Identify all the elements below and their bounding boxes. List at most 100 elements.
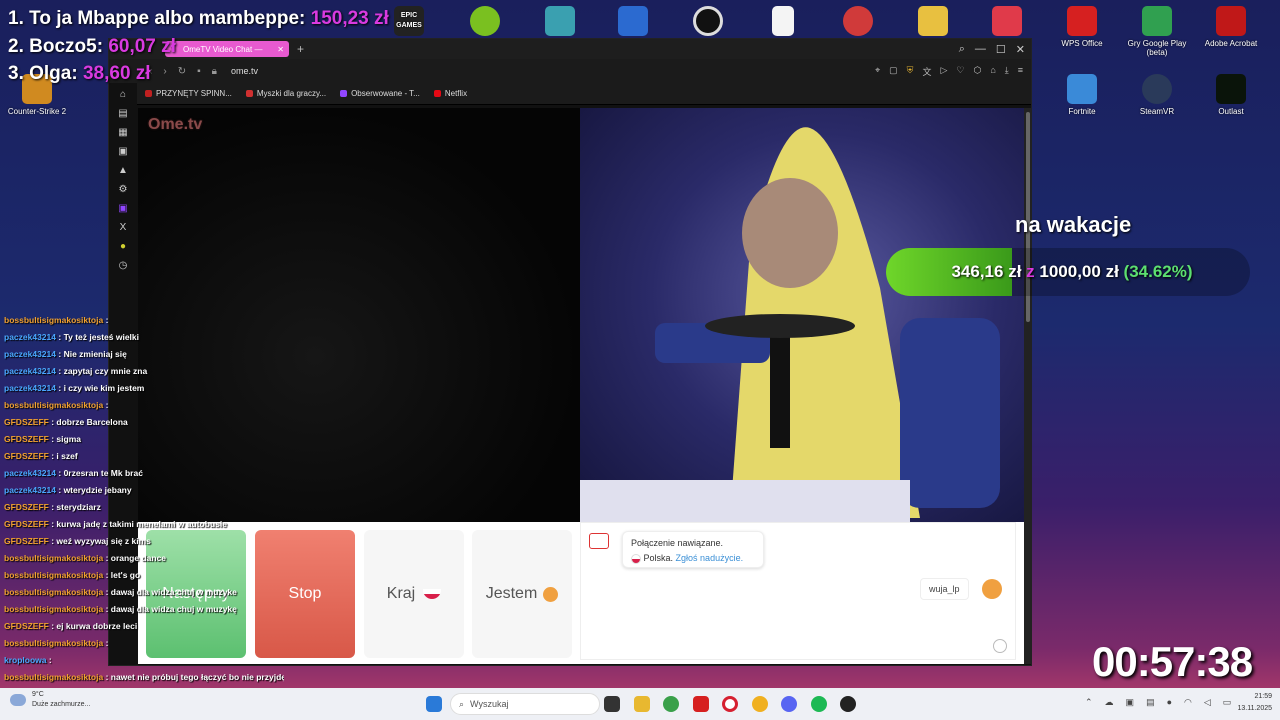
minimize-button[interactable]: — — [975, 43, 986, 56]
self-video — [580, 108, 1024, 522]
desktop-icon-pdf[interactable] — [972, 6, 1042, 39]
desktop-icon-gry[interactable]: Gry Google Play (beta) — [1122, 6, 1192, 57]
new-tab-button[interactable]: + — [297, 42, 304, 56]
desktop-icon-acrobat[interactable]: Adobe Acrobat — [1196, 6, 1266, 48]
desktop-icon-outlast[interactable]: Outlast — [1196, 74, 1266, 116]
camera-icon[interactable]: ▪ — [197, 66, 201, 77]
app-taskbar-icon[interactable] — [752, 696, 768, 712]
download-icon[interactable]: ⤓ — [1005, 65, 1009, 78]
taskbar-search[interactable]: ⌕ Wyszukaj — [450, 693, 600, 715]
battery-icon[interactable]: ▭ — [1223, 697, 1232, 708]
desktop-icon-obs[interactable] — [673, 6, 743, 39]
ai-icon[interactable]: ▲ — [118, 165, 128, 176]
cs2-label: Counter-Strike 2 — [7, 107, 67, 116]
acrobat-label: Adobe Acrobat — [1204, 39, 1258, 48]
chat-message: paczek43214 : 0rzesran te Mk brać — [4, 468, 143, 478]
leaderboard-row-1: 1. To ja Mbappe albo mambeppe: 150,23 zł — [8, 8, 389, 30]
chat-message: kroploowa : — [4, 655, 52, 665]
chevron-up-icon[interactable]: ⌃ — [1085, 697, 1093, 708]
desktop-icon-wps[interactable]: WPS Office — [1047, 6, 1117, 48]
page-scrollbar[interactable] — [1024, 108, 1032, 664]
bookmark-1[interactable]: Myszki dla graczy... — [245, 89, 327, 98]
play-icon[interactable]: ▷ — [940, 65, 947, 78]
steamvr-icon — [1142, 74, 1172, 104]
chat-message: paczek43214 : Ty też jesteś wielki — [4, 332, 139, 342]
tray-app2-icon[interactable]: ▤ — [1146, 697, 1155, 708]
tray-app-icon[interactable]: ▣ — [1126, 697, 1135, 708]
onedrive-icon[interactable]: ☁ — [1105, 697, 1114, 708]
chat-username: GFDSZEFF — [4, 621, 49, 631]
right-arm — [900, 318, 1000, 508]
clock[interactable]: 21:59 13.11.2025 — [1237, 691, 1272, 715]
snapshot-icon[interactable]: ▢ — [889, 65, 898, 78]
emoji-icon[interactable] — [993, 639, 1007, 653]
bookmark-2[interactable]: Obserwowane - T... — [340, 89, 420, 98]
twitch-sidebar-icon[interactable]: ▣ — [118, 203, 127, 214]
shield-icon[interactable]: ⛨ — [907, 65, 914, 78]
wps-taskbar-icon[interactable] — [693, 696, 709, 712]
opera-icon[interactable] — [722, 696, 738, 712]
chat-text: i szef — [56, 451, 78, 461]
search-tabs-icon[interactable]: ⌕ — [959, 43, 965, 56]
chat-username: bossbultisigmakosiktoja — [4, 638, 104, 648]
menu-icon[interactable]: ≡ — [1018, 65, 1023, 78]
close-window-button[interactable]: ✕ — [1016, 43, 1025, 56]
chat-message: bossbultisigmakosiktoja : orange dance — [4, 553, 167, 563]
word-icon — [618, 6, 648, 36]
heart-icon[interactable]: ♡ — [956, 65, 964, 78]
desktop-icon-game[interactable] — [525, 6, 595, 39]
tab-ometv[interactable]: OmeTV Video Chat — ✕ — [165, 41, 289, 57]
task-view-icon[interactable] — [604, 696, 620, 712]
chrome-icon[interactable] — [663, 696, 679, 712]
forward-icon[interactable]: › — [163, 66, 166, 77]
chat-message: paczek43214 : i czy wie kim jestem — [4, 383, 145, 393]
clock-time: 21:59 — [1254, 693, 1272, 700]
chat-text: dawaj dla widza chuj w muzyke — [110, 587, 237, 597]
report-link[interactable]: Zgłoś nadużycie. — [676, 553, 744, 563]
chat-text: ej kurwa dobrze leci — [56, 621, 138, 631]
file-icon — [772, 6, 794, 36]
maximize-button[interactable]: ☐ — [996, 43, 1006, 56]
wallet-icon[interactable]: ⌂ — [990, 65, 995, 78]
desktop-icon-word[interactable] — [598, 6, 668, 39]
pin-icon[interactable]: ⌖ — [875, 65, 880, 78]
acrobat-icon — [1216, 6, 1246, 36]
bookmark-0[interactable]: PRZYNĘTY SPINN... — [145, 89, 232, 98]
obs-taskbar-icon[interactable] — [840, 696, 856, 712]
url-field[interactable]: ome.tv — [231, 66, 258, 76]
history-icon[interactable]: ⌂ — [120, 89, 126, 100]
clock-icon[interactable]: ◷ — [119, 260, 128, 271]
extensions-icon[interactable]: ⬡ — [973, 65, 981, 78]
desktop-icon-pie[interactable] — [823, 6, 893, 39]
discord-icon[interactable] — [781, 696, 797, 712]
spotify-taskbar-icon[interactable] — [811, 696, 827, 712]
desktop-icon-folder[interactable] — [898, 6, 968, 39]
volume-icon[interactable]: ◁ — [1204, 697, 1211, 708]
bookmark-label: Myszki dla graczy... — [256, 89, 327, 98]
tab-close-icon[interactable]: ✕ — [277, 45, 289, 54]
chat-message: bossbultisigmakosiktoja : dawaj dla widz… — [4, 587, 237, 597]
country-button[interactable]: Kraj — [364, 530, 464, 658]
desktop-icon-steamvr[interactable]: SteamVR — [1122, 74, 1192, 116]
mic-icon[interactable]: ● — [1167, 697, 1172, 708]
x-icon[interactable]: X — [120, 222, 127, 233]
windows-start-icon[interactable] — [426, 696, 442, 712]
desktop-icon-file[interactable] — [748, 6, 818, 39]
explorer-icon[interactable] — [634, 696, 650, 712]
desktop-icon-fortnite[interactable]: Fortnite — [1047, 74, 1117, 116]
bookmark-3[interactable]: Netflix — [433, 89, 467, 98]
weather-desc: Duże zachmurze... — [32, 701, 91, 708]
gender-button[interactable]: Jestem — [472, 530, 572, 658]
bookmark-label: Obserwowane - T... — [351, 89, 420, 98]
spotify-icon[interactable]: ● — [120, 241, 126, 252]
translate-icon[interactable]: 文 — [922, 65, 931, 78]
maps-icon[interactable]: ▣ — [118, 146, 127, 157]
chatgpt-icon[interactable]: ⚙ — [119, 184, 128, 195]
weather-widget[interactable]: 9°C Duże zachmurze... — [10, 690, 90, 710]
reload-icon[interactable]: ↻ — [178, 66, 186, 77]
note-icon[interactable]: ▤ — [118, 108, 127, 119]
messenger-icon[interactable]: ▦ — [118, 127, 127, 138]
wifi-icon[interactable]: ◠ — [1184, 697, 1192, 708]
goal-target: 1000,00 zł — [1039, 262, 1119, 281]
desktop-icon-green[interactable] — [450, 6, 520, 39]
